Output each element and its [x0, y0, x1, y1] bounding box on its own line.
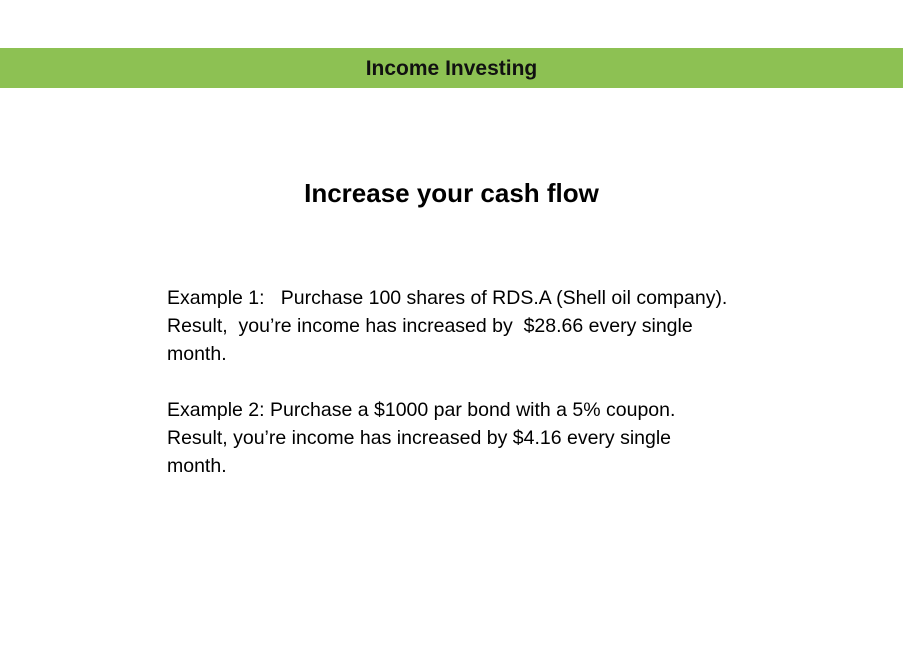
example-2: Example 2: Purchase a $1000 par bond wit…	[167, 396, 807, 480]
header-title: Income Investing	[365, 57, 538, 80]
example-1-line-2: Result, you’re income has increased by $…	[167, 315, 693, 337]
example-2-line-2: Result, you’re income has increased by $…	[167, 427, 672, 449]
example-1-line-1: Example 1: Purchase 100 shares of RDS.A …	[167, 287, 728, 309]
example-1: Example 1: Purchase 100 shares of RDS.A …	[167, 284, 807, 368]
slide-title: Increase your cash flow	[304, 178, 599, 208]
example-2-line-3: month.	[167, 455, 227, 477]
example-2-line-1: Example 2: Purchase a $1000 par bond wit…	[167, 399, 676, 421]
header-bar: Income Investing	[0, 48, 903, 88]
example-1-line-3: month.	[167, 343, 227, 365]
slide-content: Example 1: Purchase 100 shares of RDS.A …	[167, 284, 807, 480]
